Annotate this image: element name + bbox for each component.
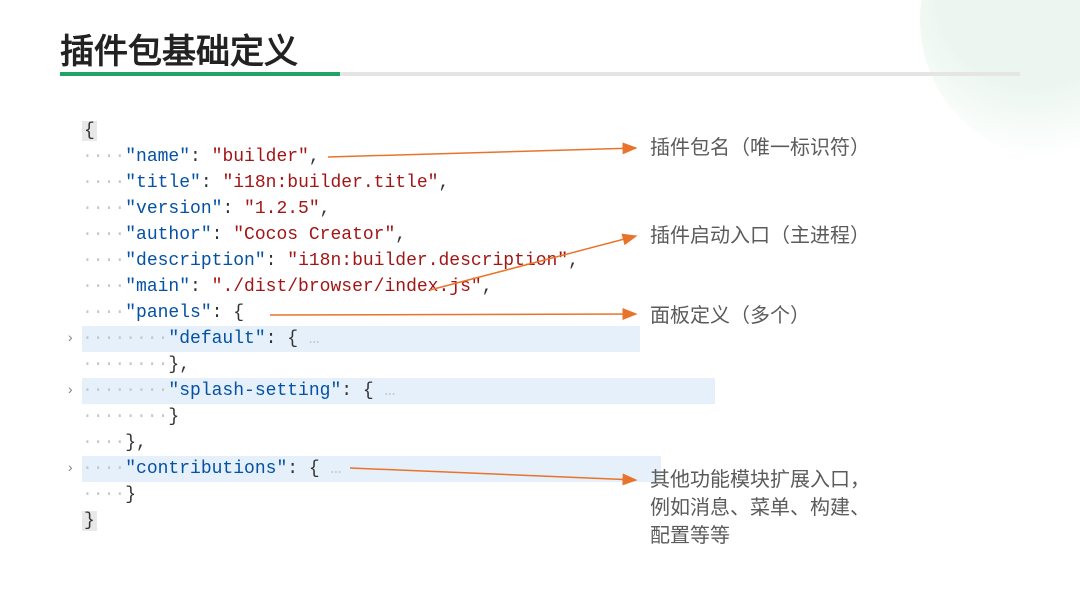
code-line-default: ›········"default": { … — [82, 326, 602, 352]
annotation-name: 插件包名（唯一标识符） — [650, 134, 870, 162]
code-line-close: ········} — [82, 404, 602, 430]
fold-caret-icon[interactable]: › — [66, 378, 74, 404]
title-underline — [60, 72, 1020, 76]
code-line: { — [82, 118, 602, 144]
code-line-panels: ····"panels": { — [82, 300, 602, 326]
code-line-contrib: ›····"contributions": { … — [82, 456, 602, 482]
code-block: { ····"name": "builder", ····"title": "i… — [82, 118, 602, 534]
annotation-contrib: 其他功能模块扩展入口， 例如消息、菜单、构建、 配置等等 — [650, 466, 870, 550]
fold-caret-icon[interactable]: › — [66, 456, 74, 482]
code-line-desc: ····"description": "i18n:builder.descrip… — [82, 248, 602, 274]
code-line-close: } — [82, 508, 602, 534]
code-line-close: ····}, — [82, 430, 602, 456]
annotation-panels: 面板定义（多个） — [650, 302, 810, 330]
annotation-main: 插件启动入口（主进程） — [650, 222, 870, 250]
slide-title: 插件包基础定义 — [60, 24, 298, 73]
code-line-main: ····"main": "./dist/browser/index.js", — [82, 274, 602, 300]
code-line-close: ····} — [82, 482, 602, 508]
decor-blob — [920, 0, 1080, 160]
code-line-title: ····"title": "i18n:builder.title", — [82, 170, 602, 196]
code-line-close: ········}, — [82, 352, 602, 378]
fold-caret-icon[interactable]: › — [66, 326, 74, 352]
code-line-name: ····"name": "builder", — [82, 144, 602, 170]
code-line-splash: ›········"splash-setting": { … — [82, 378, 602, 404]
code-line-author: ····"author": "Cocos Creator", — [82, 222, 602, 248]
brace-close: } — [82, 511, 97, 531]
brace-open: { — [82, 121, 97, 141]
code-line-version: ····"version": "1.2.5", — [82, 196, 602, 222]
